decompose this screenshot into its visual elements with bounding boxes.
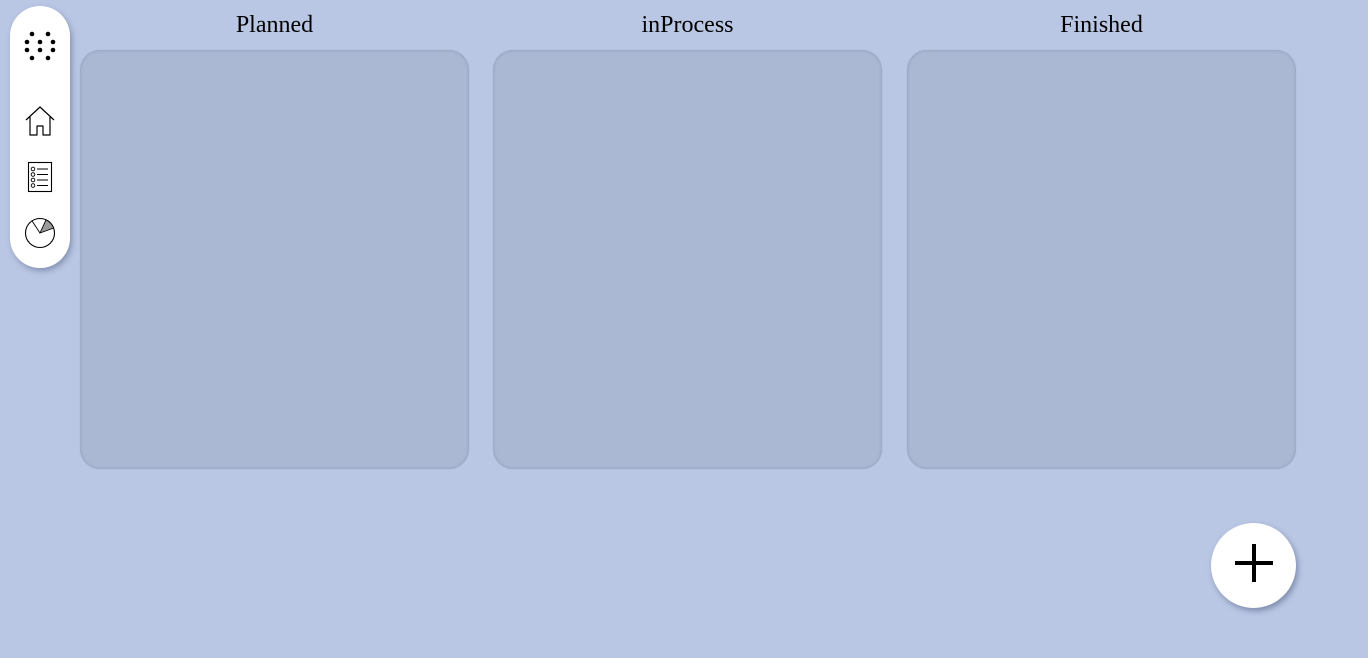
- statistics-button[interactable]: [10, 213, 70, 253]
- sidebar: [10, 6, 70, 268]
- task-list-icon: [27, 161, 53, 193]
- home-button[interactable]: [10, 101, 70, 141]
- home-icon: [24, 105, 56, 137]
- task-list-button[interactable]: [10, 157, 70, 197]
- column-title-planned: Planned: [235, 12, 314, 38]
- column-title-finished: Finished: [1060, 12, 1143, 38]
- plus-icon: [1233, 542, 1275, 589]
- column-planned[interactable]: [80, 50, 469, 469]
- add-task-button[interactable]: [1211, 523, 1296, 608]
- column-title-in-process: inProcess: [641, 12, 734, 38]
- menu-button[interactable]: [10, 26, 70, 66]
- column-in-process[interactable]: [493, 50, 882, 469]
- pie-chart-icon: [24, 217, 56, 249]
- grid-dots-icon: [24, 30, 56, 62]
- column-finished[interactable]: [907, 50, 1296, 469]
